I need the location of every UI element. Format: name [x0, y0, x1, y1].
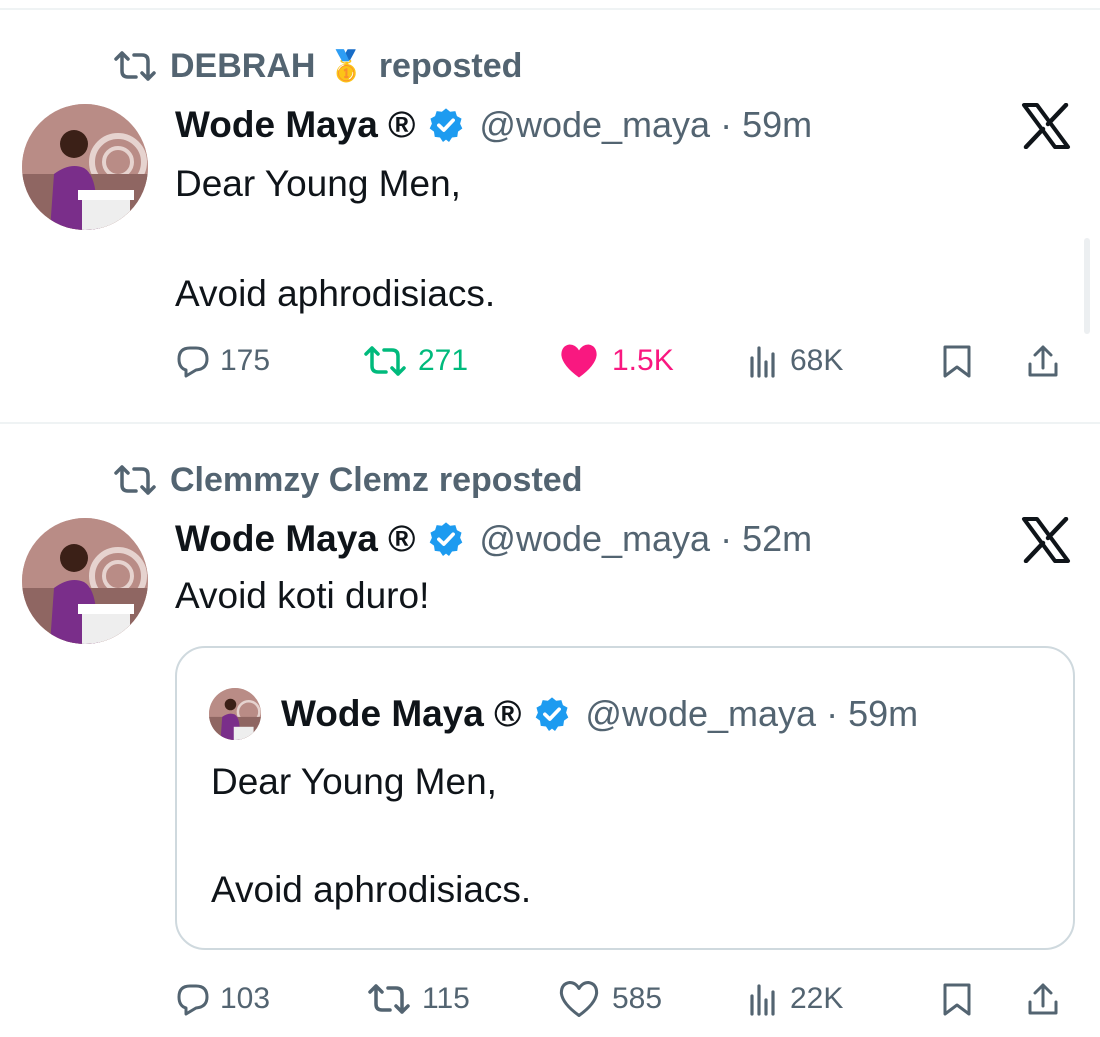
tweet-text: Avoid koti duro!: [175, 575, 430, 616]
handle-and-time[interactable]: @wode_maya · 59m: [479, 104, 812, 146]
quote-header: Wode Maya ® @wode_maya · 59m: [281, 692, 918, 736]
quote-avatar: [209, 688, 261, 740]
tweet-header: Wode Maya ® @wode_maya · 52m: [175, 517, 812, 561]
quote-text-line-1: Dear Young Men,: [211, 761, 497, 802]
quote-author-name: Wode Maya ®: [281, 693, 522, 734]
tweet-header: Wode Maya ® @wode_maya · 59m: [175, 103, 812, 147]
quoted-tweet[interactable]: Wode Maya ® @wode_maya · 59m Dear Young …: [175, 646, 1075, 950]
like-count: 585: [612, 982, 663, 1015]
tweet-text-line-2: Avoid aphrodisiacs.: [175, 273, 496, 314]
repost-button[interactable]: 271: [362, 338, 468, 384]
repost-context[interactable]: Clemmzy Clemz reposted: [112, 460, 582, 500]
reply-count: 175: [220, 344, 271, 377]
repost-icon: [368, 984, 410, 1014]
medal-emoji: 🥇: [327, 49, 365, 83]
scrollbar[interactable]: [1084, 238, 1090, 334]
avatar[interactable]: [22, 518, 148, 644]
x-logo-icon[interactable]: [1020, 103, 1072, 149]
bookmark-button[interactable]: [940, 976, 984, 1022]
like-icon: [561, 344, 597, 378]
quote-text-line-2: Avoid aphrodisiacs.: [211, 869, 532, 910]
quote-handle-and-time: @wode_maya · 59m: [585, 693, 919, 734]
tweet-divider: [0, 422, 1100, 424]
views-icon: [750, 346, 775, 378]
author-name[interactable]: Wode Maya ®: [175, 518, 415, 560]
reposter-name[interactable]: DEBRAH: [170, 47, 315, 86]
reply-button[interactable]: 175: [176, 338, 270, 384]
repost-suffix: reposted: [438, 460, 583, 499]
views-icon: [750, 984, 775, 1016]
repost-count: 115: [422, 982, 470, 1015]
views-count: 22K: [790, 982, 844, 1015]
repost-count: 271: [418, 344, 469, 377]
handle-and-time[interactable]: @wode_maya · 52m: [479, 518, 812, 560]
reposter-name[interactable]: Clemmzy Clemz: [170, 461, 429, 500]
views-button[interactable]: 22K: [746, 976, 843, 1022]
like-icon: [559, 981, 599, 1017]
tweet-1[interactable]: DEBRAH 🥇 reposted Wode Maya ® @wode_maya…: [0, 0, 1100, 420]
share-button[interactable]: [1026, 976, 1070, 1022]
share-icon: [1028, 983, 1058, 1015]
like-button[interactable]: 585: [556, 976, 662, 1022]
bookmark-button[interactable]: [940, 338, 984, 384]
author-name[interactable]: Wode Maya ®: [175, 104, 415, 146]
verified-badge-icon: [536, 697, 569, 731]
reply-button[interactable]: 103: [176, 976, 270, 1022]
views-count: 68K: [790, 344, 844, 377]
verified-badge-icon: [430, 108, 463, 142]
verified-badge-icon: [430, 522, 463, 556]
share-icon: [1028, 345, 1058, 377]
reply-icon: [177, 984, 209, 1016]
like-button[interactable]: 1.5K: [556, 338, 674, 384]
share-button[interactable]: [1026, 338, 1070, 384]
avatar[interactable]: [22, 104, 148, 230]
repost-suffix: reposted: [378, 46, 523, 85]
repost-icon: [364, 346, 406, 376]
views-button[interactable]: 68K: [746, 338, 843, 384]
repost-icon: [114, 465, 156, 495]
action-bar: 175 271 1.5K 68K: [0, 338, 1100, 384]
repost-icon: [114, 51, 156, 81]
like-count: 1.5K: [612, 344, 674, 377]
bookmark-icon: [943, 345, 971, 378]
reply-count: 103: [220, 982, 271, 1015]
repost-context[interactable]: DEBRAH 🥇 reposted: [112, 46, 522, 86]
repost-button[interactable]: 115: [366, 976, 470, 1022]
reply-icon: [177, 346, 209, 378]
tweet-text-line-1: Dear Young Men,: [175, 163, 461, 204]
x-logo-icon[interactable]: [1020, 517, 1072, 563]
bookmark-icon: [943, 983, 971, 1016]
action-bar: 103 115 585 22K: [0, 976, 1100, 1022]
